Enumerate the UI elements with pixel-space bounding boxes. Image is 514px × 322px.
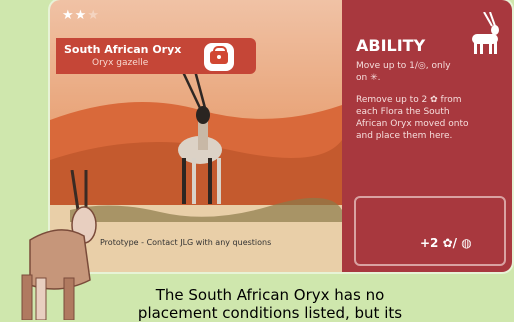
ability-line: each Flora the South <box>356 107 450 117</box>
oryx-illustration <box>21 170 97 320</box>
rating-stars: ★★★ <box>62 8 100 23</box>
oryx-silhouette-icon <box>472 12 499 54</box>
caption-line: The South African Oryx has no <box>155 286 385 304</box>
ability-line: and place them here. <box>356 131 453 141</box>
caption-line: placement conditions listed, but its <box>137 304 403 322</box>
ability-line: on ✳. <box>356 73 381 83</box>
caption: The South African Oryx has no placement … <box>120 286 420 322</box>
ability-line: Remove up to 2 ✿ from <box>356 95 462 105</box>
ability-line: African Oryx moved onto <box>356 119 469 129</box>
animal-name: South African Oryx <box>64 43 182 56</box>
latin-name: Oryx gazelle <box>92 58 149 68</box>
shopping-bag-icon <box>204 43 234 71</box>
ability-line: Move up to 1/◎, only <box>356 61 451 71</box>
empty-star-icon: ★ <box>87 8 100 23</box>
bonus-value: +2 ✿/ ◍ <box>420 236 472 250</box>
filled-stars-icon: ★★ <box>62 8 88 23</box>
bonus-box <box>354 196 506 266</box>
ability-title: ABILITY <box>356 36 426 55</box>
